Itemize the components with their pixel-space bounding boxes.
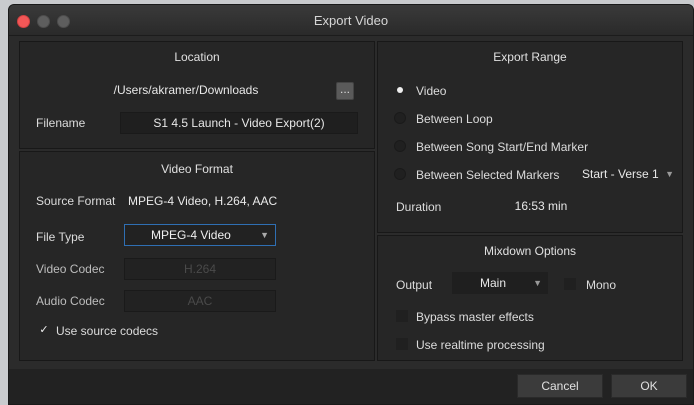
bypass-master-label[interactable]: Bypass master effects xyxy=(416,310,534,324)
range-loop-radio[interactable] xyxy=(394,112,406,124)
file-type-label: File Type xyxy=(36,230,85,244)
output-select-value: Main xyxy=(480,276,507,290)
mono-label[interactable]: Mono xyxy=(586,278,616,292)
output-select[interactable]: Main ▼ xyxy=(452,272,548,294)
range-video-radio[interactable] xyxy=(394,84,406,96)
filename-input[interactable]: S1 4.5 Launch - Video Export(2) xyxy=(120,112,358,134)
file-type-value: MPEG-4 Video xyxy=(151,228,231,242)
ok-button[interactable]: OK xyxy=(611,374,687,398)
mono-checkbox[interactable] xyxy=(564,278,576,290)
browse-button[interactable]: ... xyxy=(336,82,354,100)
file-type-select[interactable]: MPEG-4 Video ▼ xyxy=(124,224,276,246)
video-format-panel: Video Format Source Format MPEG-4 Video,… xyxy=(19,151,375,361)
audio-codec-field: AAC xyxy=(124,290,276,312)
mixdown-heading: Mixdown Options xyxy=(483,244,577,258)
mixdown-panel: Mixdown Options Output Main ▼ Mono Bypas… xyxy=(377,235,683,361)
bypass-master-checkbox[interactable] xyxy=(396,310,408,322)
range-video-label[interactable]: Video xyxy=(416,84,446,98)
duration-label: Duration xyxy=(396,200,442,214)
window-title: Export Video xyxy=(313,13,389,28)
export-range-panel: Export Range Video Between Loop Between … xyxy=(377,41,683,233)
filename-label: Filename xyxy=(36,116,86,130)
range-song-radio[interactable] xyxy=(394,140,406,152)
duration-field: 16:53 min xyxy=(456,196,626,218)
use-source-codecs-label[interactable]: Use source codecs xyxy=(56,324,158,338)
range-markers-radio[interactable] xyxy=(394,168,406,180)
realtime-processing-label[interactable]: Use realtime processing xyxy=(416,338,545,352)
realtime-processing-checkbox[interactable] xyxy=(396,338,408,350)
audio-codec-label: Audio Codec xyxy=(36,294,105,308)
title-bar: Export Video xyxy=(9,5,693,36)
marker-select[interactable]: Start - Verse 1 ▼ xyxy=(576,163,676,185)
location-heading: Location xyxy=(174,50,220,64)
location-panel: Location /Users/akramer/Downloads ... Fi… xyxy=(19,41,375,149)
source-format-value: MPEG-4 Video, H.264, AAC xyxy=(128,194,278,208)
output-label: Output xyxy=(396,278,433,292)
range-loop-label[interactable]: Between Loop xyxy=(416,112,493,126)
range-markers-label[interactable]: Between Selected Markers xyxy=(416,168,559,182)
video-codec-field: H.264 xyxy=(124,258,276,280)
dialog-footer: Cancel OK xyxy=(9,369,693,404)
marker-select-value: Start - Verse 1 xyxy=(582,167,659,181)
range-song-label[interactable]: Between Song Start/End Marker xyxy=(416,140,588,154)
export-video-dialog: Export Video Location /Users/akramer/Dow… xyxy=(8,4,694,405)
path-field[interactable]: /Users/akramer/Downloads xyxy=(36,80,336,102)
chevron-down-icon: ▼ xyxy=(533,278,542,288)
video-codec-label: Video Codec xyxy=(36,262,105,276)
video-format-heading: Video Format xyxy=(161,162,233,176)
export-range-heading: Export Range xyxy=(493,50,567,64)
cancel-button[interactable]: Cancel xyxy=(517,374,603,398)
chevron-down-icon: ▼ xyxy=(260,230,269,240)
use-source-codecs-checkbox[interactable]: ✓ xyxy=(38,324,50,336)
chevron-down-icon: ▼ xyxy=(665,169,674,179)
source-format-label: Source Format xyxy=(36,194,116,208)
